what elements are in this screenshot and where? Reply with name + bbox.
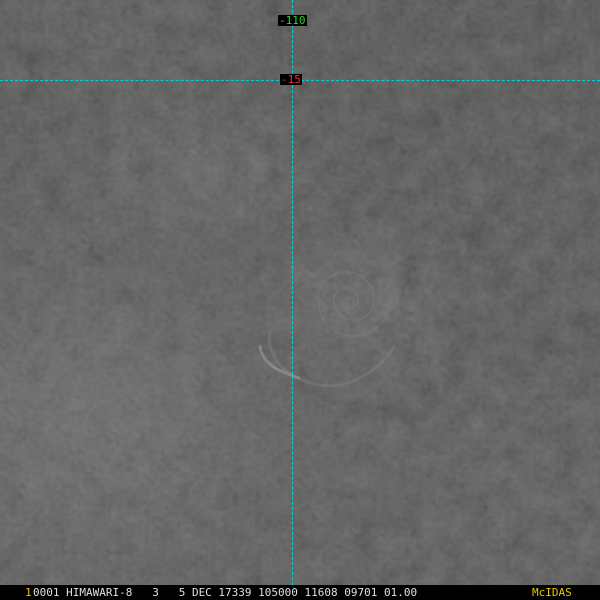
satellite-imagery: [0, 0, 600, 585]
mcidas-brand: McIDAS: [532, 586, 572, 599]
satellite-viewer: -110 -15 1 0001 HIMAWARI-8 3 5 DEC 17339…: [0, 0, 600, 600]
image-metadata-text: 0001 HIMAWARI-8 3 5 DEC 17339 105000 116…: [33, 586, 418, 599]
latitude-label: -15: [280, 73, 302, 86]
frame-number: 1: [25, 586, 32, 599]
info-bar: 1 0001 HIMAWARI-8 3 5 DEC 17339 105000 1…: [0, 585, 600, 600]
longitude-label: -110: [278, 14, 307, 27]
longitude-grid-line: [292, 0, 293, 585]
